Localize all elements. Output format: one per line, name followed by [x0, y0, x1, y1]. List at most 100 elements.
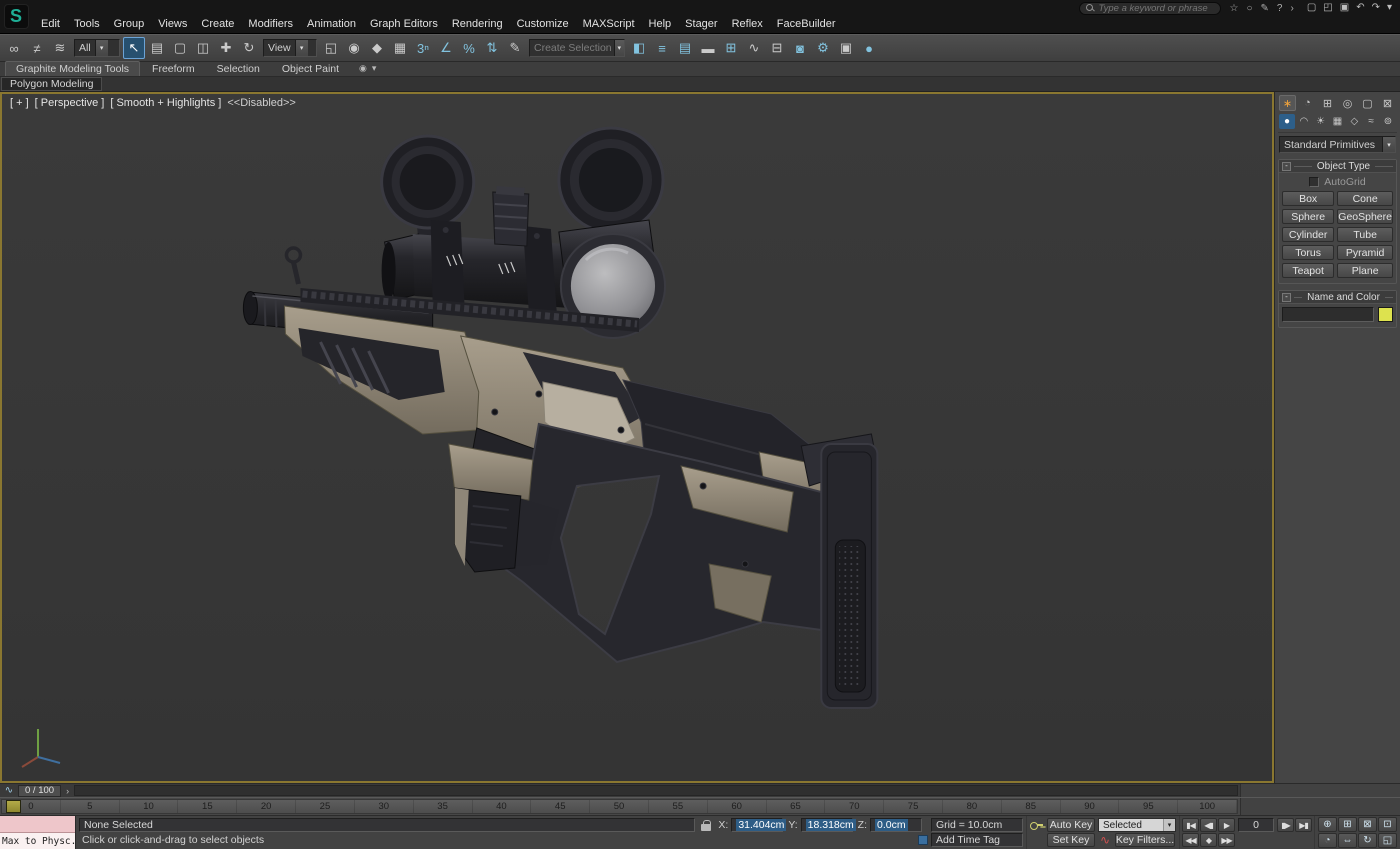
undo-icon[interactable]: ↶: [1356, 3, 1364, 13]
new-scene-icon[interactable]: ▢: [1307, 3, 1316, 13]
ribbon-options-icon[interactable]: ◉: [359, 63, 367, 74]
select-and-rotate-icon[interactable]: ↻: [238, 37, 260, 59]
hierarchy-tab-icon[interactable]: ⊞: [1319, 95, 1336, 111]
timeline-tick[interactable]: 35: [414, 800, 473, 813]
select-and-manipulate-icon[interactable]: ◆: [366, 37, 388, 59]
menu-item[interactable]: Stager: [678, 18, 724, 30]
y-coordinate-field[interactable]: 18.318cm: [800, 818, 856, 832]
menu-item[interactable]: Group: [107, 18, 152, 30]
menu-item[interactable]: Edit: [34, 18, 67, 30]
scene-explorer-icon[interactable]: ⊞: [720, 37, 742, 59]
modify-tab-icon[interactable]: ◔: [1299, 95, 1316, 111]
help-search-box[interactable]: [1078, 1, 1221, 15]
auto-key-button[interactable]: Auto Key: [1047, 818, 1095, 832]
default-tangent-icon[interactable]: ∿: [1098, 833, 1112, 847]
maxscript-listener-field[interactable]: Max to Physc.: [0, 833, 75, 849]
z-coordinate-field[interactable]: 0.0cm: [870, 818, 922, 832]
time-slider[interactable]: [6, 800, 21, 813]
timeline-tick[interactable]: 95: [1119, 800, 1179, 813]
macro-recorder-field[interactable]: [0, 816, 75, 833]
open-file-icon[interactable]: ◰: [1323, 3, 1332, 13]
name-color-rollout-header[interactable]: - Name and Color: [1279, 291, 1396, 304]
motion-tab-icon[interactable]: ◎: [1339, 95, 1356, 111]
timeline-tick[interactable]: 50: [590, 800, 649, 813]
primitive-button[interactable]: Cylinder: [1282, 227, 1335, 242]
maximize-viewport-icon[interactable]: ◱: [1378, 833, 1397, 848]
select-by-name-icon[interactable]: ▤: [146, 37, 168, 59]
go-to-end-icon[interactable]: ▶▮: [1295, 818, 1312, 832]
app-logo[interactable]: S: [0, 0, 32, 33]
primitive-button[interactable]: Sphere: [1282, 209, 1335, 224]
selection-filter-dropdown[interactable]: All: [74, 39, 120, 57]
object-type-rollout-header[interactable]: - Object Type: [1279, 160, 1396, 173]
zoom-region-icon[interactable]: ⊡: [1378, 817, 1397, 832]
render-production-icon[interactable]: ●: [858, 37, 880, 59]
expand-chevron-icon[interactable]: ›: [1290, 3, 1293, 14]
utilities-tab-icon[interactable]: ⊠: [1379, 95, 1396, 111]
menu-item[interactable]: Modifiers: [241, 18, 300, 30]
autogrid-checkbox[interactable]: [1309, 177, 1320, 187]
viewport-canvas[interactable]: [2, 94, 1272, 781]
select-and-scale-icon[interactable]: ◱: [320, 37, 342, 59]
menu-item[interactable]: Reflex: [725, 18, 770, 30]
menu-item[interactable]: Graph Editors: [363, 18, 445, 30]
align-icon[interactable]: ≡: [651, 37, 673, 59]
set-key-button[interactable]: Set Key: [1047, 833, 1095, 847]
keyboard-override-icon[interactable]: ▦: [389, 37, 411, 59]
track-bar-arrow-icon[interactable]: ›: [61, 786, 74, 796]
timeline-tick[interactable]: 10: [120, 800, 179, 813]
timeline-tick[interactable]: 20: [237, 800, 297, 813]
menu-item[interactable]: Animation: [300, 18, 363, 30]
3ds-max-logo-icon[interactable]: S: [3, 4, 29, 29]
viewport-general-menu[interactable]: [ + ]: [10, 97, 29, 109]
timeline-tick[interactable]: 5: [61, 800, 120, 813]
render-setup-icon[interactable]: ⚙: [812, 37, 834, 59]
search-results-icon[interactable]: ○: [1246, 3, 1252, 14]
timeline-tick[interactable]: 75: [884, 800, 943, 813]
percent-snap-icon[interactable]: %: [458, 37, 480, 59]
snaps-toggle-icon[interactable]: 3ⁿ: [412, 37, 434, 59]
search-input[interactable]: [1098, 2, 1214, 14]
set-keys-icon[interactable]: [1030, 819, 1044, 831]
play-icon[interactable]: ▶: [1218, 818, 1235, 832]
primitive-button[interactable]: Torus: [1282, 245, 1335, 260]
timeline-tick[interactable]: 55: [649, 800, 708, 813]
zoom-all-icon[interactable]: ⊞: [1338, 817, 1357, 832]
schematic-view-icon[interactable]: ⊟: [766, 37, 788, 59]
previous-key-icon[interactable]: ◀◀: [1182, 833, 1199, 847]
timeline-tick[interactable]: 45: [531, 800, 591, 813]
object-color-swatch[interactable]: [1378, 307, 1393, 322]
current-frame-field[interactable]: 0: [1238, 818, 1274, 832]
viewport-shading-menu[interactable]: [ Smooth + Highlights ]: [110, 97, 221, 109]
space-warps-category-icon[interactable]: ≈: [1363, 114, 1379, 129]
unlink-selection-icon[interactable]: ≠: [26, 37, 48, 59]
project-menu-icon[interactable]: ▾: [1387, 3, 1392, 13]
key-filters-button[interactable]: Key Filters...: [1115, 833, 1175, 847]
ribbon-tab[interactable]: Graphite Modeling Tools: [5, 61, 141, 76]
ribbon-tab[interactable]: Object Paint: [272, 62, 349, 76]
key-mode-toggle-icon[interactable]: ◆: [1200, 833, 1217, 847]
ribbon-minimize-icon[interactable]: ▾: [372, 63, 377, 74]
zoom-extents-icon[interactable]: ⊠: [1358, 817, 1377, 832]
helpers-category-icon[interactable]: ◇: [1346, 114, 1362, 129]
mirror-icon[interactable]: ◧: [628, 37, 650, 59]
redo-icon[interactable]: ↷: [1372, 3, 1380, 13]
primitive-button[interactable]: Plane: [1337, 263, 1393, 278]
menu-item[interactable]: FaceBuilder: [770, 18, 843, 30]
pan-icon[interactable]: ⇔: [1338, 833, 1357, 848]
menu-item[interactable]: MAXScript: [576, 18, 642, 30]
ribbon-tab[interactable]: Freeform: [142, 62, 205, 76]
cameras-category-icon[interactable]: ▦: [1329, 114, 1345, 129]
primitive-button[interactable]: Tube: [1337, 227, 1393, 242]
menu-item[interactable]: Customize: [510, 18, 576, 30]
selection-lock-icon[interactable]: [700, 819, 711, 831]
reference-coordinate-dropdown[interactable]: View: [263, 39, 317, 57]
primitive-button[interactable]: GeoSphere: [1337, 209, 1393, 224]
save-file-icon[interactable]: ▣: [1340, 3, 1349, 13]
timeline-tick[interactable]: 80: [943, 800, 1002, 813]
rendered-frame-icon[interactable]: ▣: [835, 37, 857, 59]
key-mode-dropdown[interactable]: Selected: [1098, 818, 1176, 832]
material-editor-icon[interactable]: ◙: [789, 37, 811, 59]
object-name-input[interactable]: [1282, 307, 1374, 322]
handguard[interactable]: [283, 305, 484, 435]
